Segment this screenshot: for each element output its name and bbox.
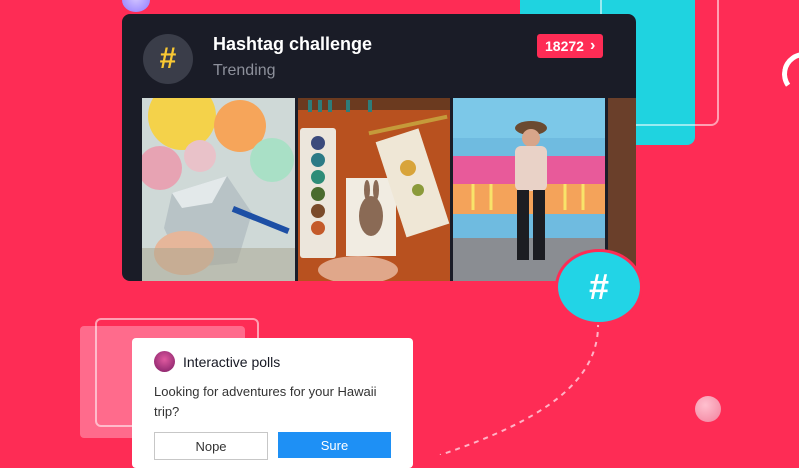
mural-image	[453, 98, 606, 281]
hashtag-challenge-card[interactable]: # Hashtag challenge Trending 18272 ›	[122, 14, 636, 281]
chevron-right-icon: ›	[589, 37, 596, 54]
watercolor-image	[298, 98, 451, 281]
avatar	[154, 351, 175, 372]
video-thumbnails	[142, 98, 636, 281]
view-count-badge[interactable]: 18272 ›	[537, 34, 604, 58]
poll-option-sure[interactable]: Sure	[278, 432, 391, 458]
card-title: Hashtag challenge	[213, 34, 373, 54]
pottery-image	[142, 98, 296, 281]
video-thumb-mural-painting[interactable]	[453, 98, 606, 281]
poll-question: Looking for adventures for your Hawaii t…	[154, 384, 377, 419]
hashtag-icon: #	[558, 252, 640, 322]
video-thumb-watercolor-rabbit[interactable]	[298, 98, 451, 281]
view-count: 18272	[545, 38, 584, 54]
poll-header: Interactive polls	[154, 351, 280, 372]
poll-option-nope[interactable]: Nope	[154, 432, 268, 460]
interactive-poll-card: Interactive polls Looking for adventures…	[132, 338, 413, 468]
video-thumb-pottery-painting[interactable]	[142, 98, 296, 281]
hashtag-icon: #	[143, 34, 193, 84]
poll-title: Interactive polls	[183, 353, 281, 370]
card-subtitle: Trending	[213, 62, 276, 79]
